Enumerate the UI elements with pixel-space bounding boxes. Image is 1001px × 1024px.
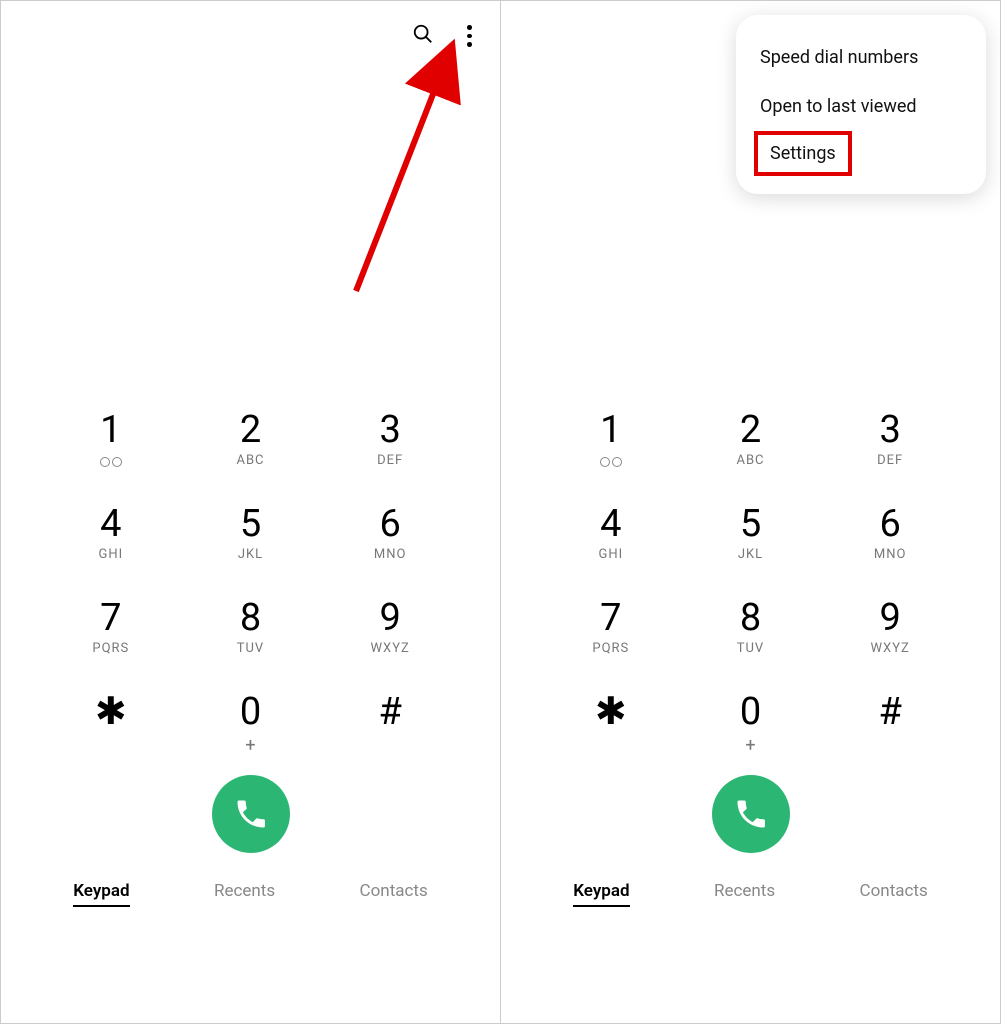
key-letters: ABC: [736, 453, 764, 469]
menu-speed-dial[interactable]: Speed dial numbers: [736, 33, 986, 82]
key-digit: 5: [740, 505, 761, 543]
key-8[interactable]: 8 TUV: [681, 599, 821, 657]
key-hash[interactable]: #: [820, 693, 960, 751]
key-4[interactable]: 4 GHI: [41, 505, 181, 563]
tab-recents[interactable]: Recents: [714, 881, 775, 907]
key-letters: TUV: [237, 641, 264, 657]
menu-settings[interactable]: Settings: [754, 131, 852, 176]
key-letters: JKL: [238, 547, 263, 563]
key-digit: 3: [879, 411, 900, 449]
key-hash[interactable]: #: [320, 693, 460, 751]
key-letters: WXYZ: [371, 641, 410, 657]
key-digit: 3: [379, 411, 400, 449]
tab-keypad[interactable]: Keypad: [573, 881, 629, 907]
bottom-tabs: Keypad Recents Contacts: [501, 863, 1000, 925]
key-digit: #: [378, 693, 401, 731]
key-digit: ✱: [95, 693, 127, 731]
voicemail-icon: [600, 455, 622, 469]
key-digit: 7: [100, 599, 121, 637]
search-icon[interactable]: [412, 23, 434, 49]
key-8[interactable]: 8 TUV: [181, 599, 321, 657]
phone-icon: [233, 796, 269, 832]
key-7[interactable]: 7 PQRS: [41, 599, 181, 657]
top-bar: [1, 1, 500, 71]
tab-keypad[interactable]: Keypad: [73, 881, 129, 907]
keypad: 1 2 ABC 3 DEF 4 GHI 5 JKL 6 MNO: [501, 411, 1000, 751]
overflow-menu: Speed dial numbers Open to last viewed S…: [736, 15, 986, 194]
tab-contacts[interactable]: Contacts: [860, 881, 928, 907]
key-letters: DEF: [877, 453, 903, 469]
key-digit: 6: [379, 505, 400, 543]
key-digit: ✱: [595, 693, 627, 731]
key-letters: WXYZ: [871, 641, 910, 657]
key-plus: +: [245, 735, 255, 751]
key-0[interactable]: 0 +: [181, 693, 321, 751]
key-4[interactable]: 4 GHI: [541, 505, 681, 563]
key-letters: MNO: [874, 547, 907, 563]
key-3[interactable]: 3 DEF: [320, 411, 460, 469]
key-1[interactable]: 1: [541, 411, 681, 469]
call-button[interactable]: [212, 775, 290, 853]
number-display-area: [1, 71, 500, 411]
key-letters: ABC: [236, 453, 264, 469]
key-digit: 8: [240, 599, 261, 637]
key-digit: 9: [879, 599, 900, 637]
key-6[interactable]: 6 MNO: [820, 505, 960, 563]
tab-contacts[interactable]: Contacts: [360, 881, 428, 907]
key-digit: 7: [600, 599, 621, 637]
key-digit: 8: [740, 599, 761, 637]
key-digit: 4: [600, 505, 621, 543]
key-digit: 4: [100, 505, 121, 543]
phone-app-screenshot-2: Speed dial numbers Open to last viewed S…: [501, 1, 1000, 1023]
key-7[interactable]: 7 PQRS: [541, 599, 681, 657]
key-6[interactable]: 6 MNO: [320, 505, 460, 563]
key-letters: PQRS: [592, 641, 629, 657]
keypad: 1 2 ABC 3 DEF 4 GHI 5 JKL 6 MNO: [1, 411, 500, 751]
menu-open-last-viewed[interactable]: Open to last viewed: [736, 82, 986, 131]
key-2[interactable]: 2 ABC: [681, 411, 821, 469]
key-digit: 5: [240, 505, 261, 543]
key-letters: GHI: [598, 547, 623, 563]
key-letters: PQRS: [92, 641, 129, 657]
bottom-tabs: Keypad Recents Contacts: [1, 863, 500, 925]
key-digit: 0: [240, 693, 261, 731]
key-digit: 9: [379, 599, 400, 637]
key-5[interactable]: 5 JKL: [181, 505, 321, 563]
key-star[interactable]: ✱: [541, 693, 681, 751]
call-button[interactable]: [712, 775, 790, 853]
call-button-row: [1, 751, 500, 863]
key-digit: #: [878, 693, 901, 731]
key-letters: GHI: [98, 547, 123, 563]
key-9[interactable]: 9 WXYZ: [820, 599, 960, 657]
key-9[interactable]: 9 WXYZ: [320, 599, 460, 657]
key-plus: +: [745, 735, 755, 751]
call-button-row: [501, 751, 1000, 863]
key-digit: 1: [600, 411, 621, 449]
key-letters: MNO: [374, 547, 407, 563]
key-2[interactable]: 2 ABC: [181, 411, 321, 469]
key-letters: TUV: [737, 641, 764, 657]
key-digit: 6: [879, 505, 900, 543]
phone-icon: [733, 796, 769, 832]
tab-recents[interactable]: Recents: [214, 881, 275, 907]
key-star[interactable]: ✱: [41, 693, 181, 751]
key-3[interactable]: 3 DEF: [820, 411, 960, 469]
key-digit: 2: [240, 411, 261, 449]
key-1[interactable]: 1: [41, 411, 181, 469]
key-digit: 2: [740, 411, 761, 449]
key-digit: 0: [740, 693, 761, 731]
key-digit: 1: [100, 411, 121, 449]
more-options-icon[interactable]: [458, 25, 480, 47]
key-5[interactable]: 5 JKL: [681, 505, 821, 563]
voicemail-icon: [100, 455, 122, 469]
key-letters: DEF: [377, 453, 403, 469]
key-0[interactable]: 0 +: [681, 693, 821, 751]
phone-app-screenshot-1: 1 2 ABC 3 DEF 4 GHI 5 JKL 6 MNO: [1, 1, 501, 1023]
key-letters: JKL: [738, 547, 763, 563]
